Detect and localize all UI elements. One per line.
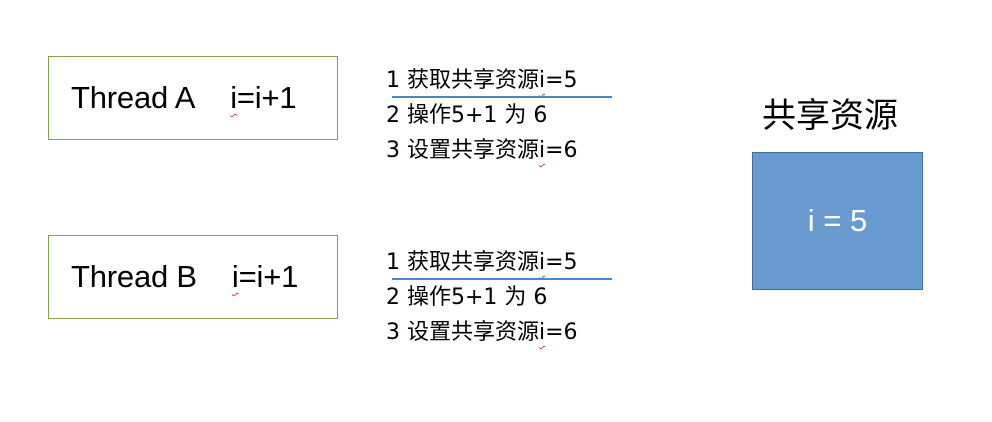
step-text: 3 设置共享资源	[386, 320, 539, 345]
thread-a-step-3: 3 设置共享资源i=6	[386, 133, 626, 168]
step-text: 3 设置共享资源	[386, 138, 539, 163]
thread-b-op-var: i	[231, 259, 239, 294]
thread-b-step-2: 2 操作5+1 为 6	[386, 280, 626, 315]
thread-a-operation: i=i+1	[230, 80, 296, 116]
thread-b-steps: 1 获取共享资源i=5 2 操作5+1 为 6 3 设置共享资源i=6	[386, 245, 626, 350]
step-value: =6	[545, 138, 578, 163]
thread-b-op-rest: =i+1	[238, 259, 299, 294]
step-value: =5	[545, 250, 578, 275]
step-text: 1 获取共享资源	[386, 68, 539, 93]
thread-a-box: Thread A i=i+1	[48, 56, 338, 140]
step-text: 2 操作5+1 为 6	[386, 103, 548, 128]
shared-resource-value: i = 5	[807, 203, 868, 238]
thread-a-op-var: i	[230, 80, 237, 115]
step-value: =5	[545, 68, 578, 93]
step-text: 1 获取共享资源	[386, 250, 539, 275]
step-text: 2 操作5+1 为 6	[386, 285, 548, 310]
shared-resource-title: 共享资源	[762, 96, 898, 136]
thread-a-steps: 1 获取共享资源i=5 2 操作5+1 为 6 3 设置共享资源i=6	[386, 63, 626, 168]
thread-a-step-2: 2 操作5+1 为 6	[386, 98, 626, 133]
thread-a-op-rest: =i+1	[236, 80, 297, 115]
shared-resource-box: i = 5	[752, 152, 923, 290]
thread-a-step-1: 1 获取共享资源i=5	[386, 63, 626, 98]
thread-b-box: Thread B i=i+1	[48, 235, 338, 319]
thread-b-step-1: 1 获取共享资源i=5	[386, 245, 626, 280]
thread-b-operation: i=i+1	[232, 259, 298, 295]
thread-b-name: Thread B	[71, 259, 197, 294]
thread-b-step-3: 3 设置共享资源i=6	[386, 315, 626, 350]
thread-a-name: Thread A	[71, 80, 196, 115]
step-value: =6	[545, 320, 578, 345]
